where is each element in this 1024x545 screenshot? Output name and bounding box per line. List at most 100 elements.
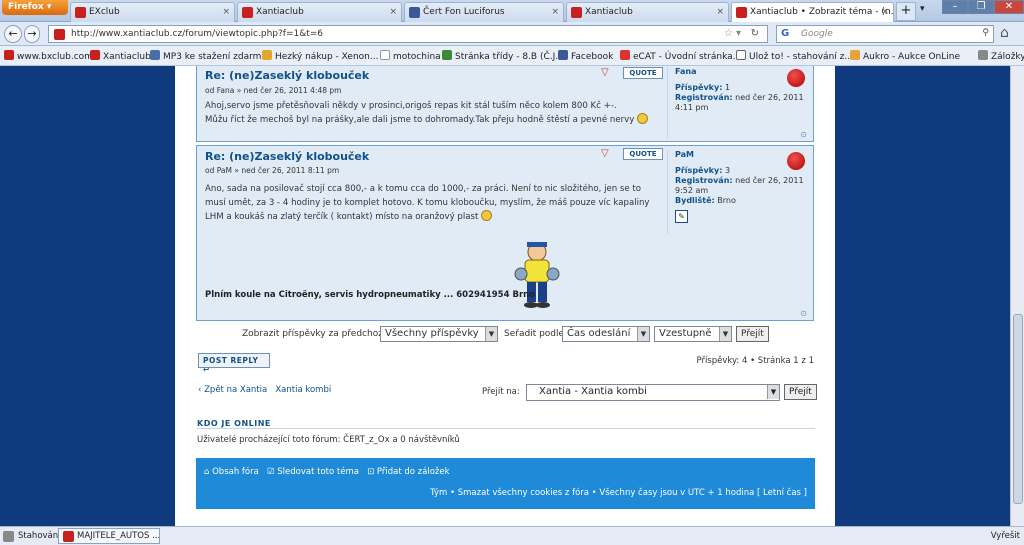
back-links: ‹ Zpět na Xantia Xantia kombi — [198, 385, 331, 395]
profile-line: 9:52 am — [675, 186, 709, 195]
post-title[interactable]: Re: (ne)Zaseklý klobouček — [205, 150, 369, 163]
firefox-menu-label: Firefox — [8, 2, 44, 12]
post-line: Ahoj,servo jsme přetěsňovali někdy v pro… — [205, 101, 617, 111]
facebook-icon — [558, 50, 568, 60]
quote-button[interactable]: QUOTE — [623, 67, 663, 79]
taskbar-item[interactable]: MAJITELE_AUTOS ... — [58, 528, 160, 544]
status-right: Vyřešit — [990, 531, 1020, 541]
profile-line: Registrován: ned čer 26, 2011 — [675, 176, 804, 185]
citroen-icon — [736, 7, 747, 18]
bookmark-item[interactable]: Ulož to! - stahování z... — [736, 50, 853, 62]
bookmark-item[interactable]: Stránka třídy - 8.B (Č.J.... — [442, 50, 567, 62]
show-posts-select[interactable]: Všechny příspěvky ▼ — [380, 326, 498, 342]
bookmark-item[interactable]: motochina — [380, 50, 441, 62]
reload-icon[interactable]: ↻ — [751, 28, 759, 39]
download-icon — [3, 531, 14, 542]
bookmark-icon — [150, 50, 160, 60]
divider — [197, 428, 815, 429]
timezone-text: Všechny časy jsou v UTC + 1 hodina [ Let… — [599, 488, 807, 498]
bookmark-icon: ⊡ — [367, 467, 375, 477]
close-icon[interactable]: × — [716, 7, 724, 17]
search-icon[interactable]: ⚲ — [982, 28, 989, 38]
footer-links: ⌂ Obsah fóra ☑ Sledovat toto téma ⊡ Přid… — [204, 467, 450, 477]
close-icon[interactable]: × — [222, 7, 230, 17]
bookmark-item[interactable]: Aukro - Aukce OnLine — [850, 50, 960, 62]
bookmark-item[interactable]: Hezký nákup - Xenon... — [262, 50, 378, 62]
delete-cookies-link[interactable]: Smazat všechny cookies z fóra — [458, 488, 589, 498]
watch-topic-link[interactable]: Sledovat toto téma — [277, 467, 359, 477]
tab-xantiaclub-active[interactable]: Xantiaclub • Zobrazit téma - (n... × — [731, 2, 894, 22]
bookmark-star-icon[interactable]: ☆ ▾ — [724, 28, 741, 39]
report-icon[interactable]: ▽ — [601, 67, 609, 78]
bookmark-item[interactable]: Facebook — [558, 50, 613, 62]
minimize-icon[interactable]: – — [942, 0, 968, 14]
page-icon — [380, 50, 390, 60]
divider — [667, 67, 668, 139]
quote-button[interactable]: QUOTE — [623, 148, 663, 160]
scrollbar[interactable] — [1010, 66, 1024, 526]
firefox-menu-button[interactable]: Firefox ▾ — [2, 0, 68, 15]
url-bar[interactable]: http://www.xantiaclub.cz/forum/viewtopic… — [48, 25, 768, 43]
close-icon[interactable]: × — [881, 7, 889, 17]
bookmark-item[interactable]: www.bxclub.com — [4, 50, 93, 62]
jump-go-button[interactable]: Přejít — [784, 384, 817, 400]
show-posts-label: Zobrazit příspěvky za předchozí: — [242, 329, 389, 339]
citroen-icon — [90, 50, 100, 60]
sort-by-select[interactable]: Čas odeslání ▼ — [562, 326, 650, 342]
tab-label: Xantiaclub • Zobrazit téma - (n... — [750, 7, 894, 17]
top-icon[interactable]: ⊙ — [800, 130, 807, 139]
citroen-icon — [242, 7, 253, 18]
tab-label: Xantiaclub — [256, 7, 304, 17]
google-icon: G — [781, 28, 790, 39]
tab-label: EXclub — [89, 7, 120, 17]
signature: Plním koule na Citroëny, servis hydropne… — [205, 290, 536, 300]
bookmark-topic-link[interactable]: Přidat do záložek — [377, 467, 450, 477]
bookmarks-menu[interactable]: Záložky — [978, 50, 1024, 62]
bookmark-item[interactable]: Xantiaclub — [90, 50, 151, 62]
footer-navbar: ⌂ Obsah fóra ☑ Sledovat toto téma ⊡ Přid… — [196, 458, 815, 509]
home-icon: ⌂ — [204, 467, 210, 477]
home-icon[interactable]: ⌂ — [1000, 25, 1009, 41]
jump-select[interactable]: Xantia - Xantia kombi ▼ — [526, 384, 780, 401]
new-tab-button[interactable]: + — [896, 2, 916, 21]
forum-post: Re: (ne)Zaseklý klobouček od Fana » ned … — [196, 66, 814, 142]
back-arrow-icon[interactable]: ← — [4, 25, 22, 43]
tab-exclub[interactable]: EXclub × — [70, 2, 235, 22]
citroen-icon — [571, 7, 582, 18]
post-title[interactable]: Re: (ne)Zaseklý klobouček — [205, 69, 369, 82]
close-window-icon[interactable]: ✕ — [994, 0, 1024, 14]
tab-xantiaclub-2[interactable]: Xantiaclub × — [566, 2, 729, 22]
top-icon[interactable]: ⊙ — [800, 309, 807, 318]
bookmark-item[interactable]: eCAT - Úvodní stránka... — [620, 50, 741, 62]
search-input[interactable]: G Google ⚲ — [776, 25, 994, 43]
contact-icon[interactable]: ✎ — [675, 210, 688, 223]
tab-facebook[interactable]: Čert Fon Luciforus × — [404, 2, 564, 22]
close-icon[interactable]: × — [389, 7, 397, 17]
post-meta: od PaM » ned čer 26, 2011 8:11 pm — [205, 166, 340, 175]
sort-go-button[interactable]: Přejít — [736, 326, 769, 342]
profile-line: Registrován: ned čer 26, 2011 — [675, 93, 804, 102]
bookmark-item[interactable]: MP3 ke stažení zdarma — [150, 50, 267, 62]
sort-order-select[interactable]: Vzestupně ▼ — [654, 326, 732, 342]
post-reply-button[interactable]: POST REPLY ↩ — [198, 353, 270, 374]
report-icon[interactable]: ▽ — [601, 148, 609, 159]
close-icon[interactable]: × — [551, 7, 559, 17]
scrollbar-thumb[interactable] — [1013, 314, 1023, 504]
status-text: Stahování — [18, 531, 61, 541]
tab-list-icon[interactable]: ▾ — [920, 4, 925, 14]
sort-by-label: Seřadit podle — [504, 329, 565, 339]
maximize-icon[interactable]: ❐ — [968, 0, 994, 14]
search-placeholder: Google — [801, 29, 833, 39]
bookmarks-bar: www.bxclub.com Xantiaclub MP3 ke stažení… — [0, 46, 1024, 66]
back-link[interactable]: ‹ Zpět na Xantia — [198, 385, 267, 395]
team-link[interactable]: Tým — [430, 488, 447, 498]
chevron-down-icon: ▼ — [485, 327, 497, 341]
forward-arrow-icon[interactable]: → — [24, 25, 40, 43]
footer-secondary: Tým • Smazat všechny cookies z fóra • Vš… — [430, 488, 807, 498]
forum-link[interactable]: Xantia kombi — [275, 385, 331, 395]
bookmark-icon — [4, 50, 14, 60]
bookmark-icon — [262, 50, 272, 60]
who-online-text: Uživatelé procházející toto fórum: ČERT_… — [197, 435, 460, 445]
board-index-link[interactable]: Obsah fóra — [212, 467, 259, 477]
tab-xantiaclub-1[interactable]: Xantiaclub × — [237, 2, 402, 22]
